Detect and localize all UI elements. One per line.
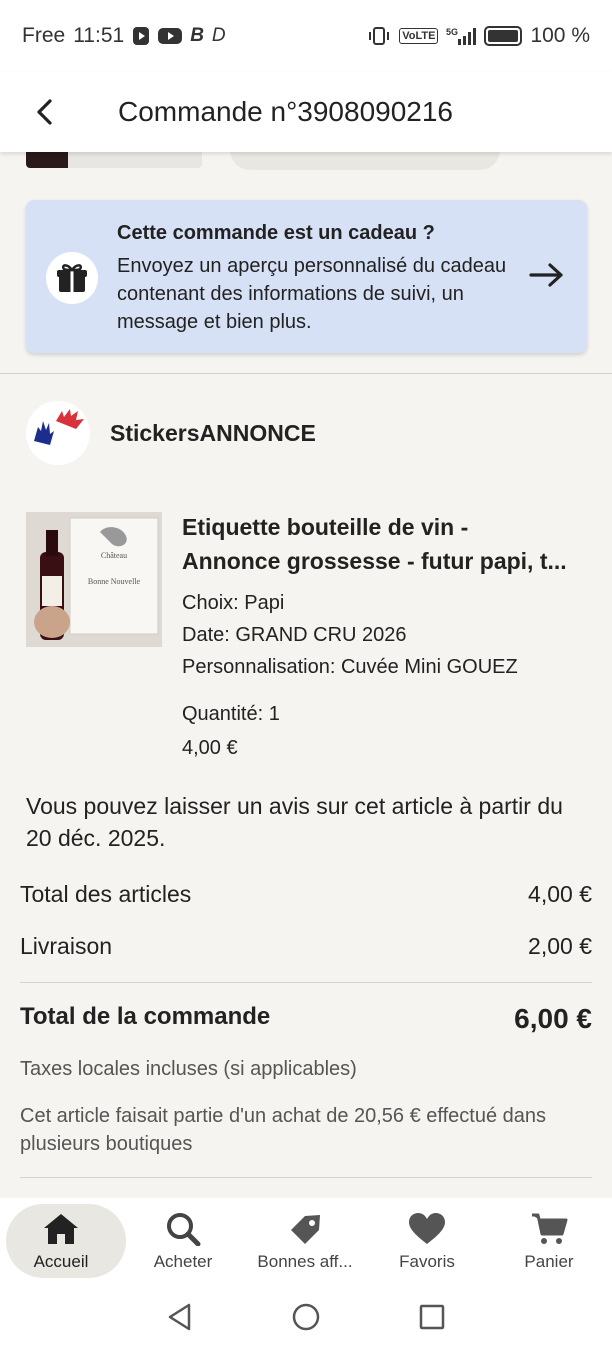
shop-name[interactable]: StickersANNONCE [110,420,316,447]
variation-personalization: Personnalisation: Cuvée Mini GOUEZ [182,656,518,678]
system-nav-bar [0,1284,612,1350]
vibrate-icon [369,27,390,45]
youtube-icon [158,28,183,44]
page-title: Commande n°3908090216 [118,96,454,127]
cart-icon [532,1213,568,1244]
order-total-row: Total de la commande 6,00 € [20,1003,592,1035]
shipping-row: Livraison 2,00 € [20,933,592,960]
wine-bottle-image: Château Bonne Nouvelle [26,512,162,647]
search-icon [167,1213,201,1246]
home-icon [44,1214,78,1244]
remnant-button[interactable] [230,152,500,170]
volte-badge: VoLTE [399,28,439,44]
gift-banner[interactable]: Cette commande est un cadeau ? Envoyez u… [26,200,587,353]
svg-text:5G: 5G [446,27,458,37]
order-total-label: Total de la commande [20,1003,271,1030]
section-divider [0,373,612,374]
multi-shop-note: Cet article faisait partie d'un achat de… [20,1105,547,1155]
carrier-label: Free [22,24,66,47]
shop-logo-image [26,401,90,465]
back-triangle-icon[interactable] [165,1302,195,1332]
arrow-right-icon [529,263,563,287]
taxes-note: Taxes locales incluses (si applicables) [20,1058,357,1080]
recents-square-icon[interactable] [417,1302,447,1332]
gift-icon-badge [46,252,98,304]
product-title-line1: Etiquette bouteille de vin - [182,514,469,540]
scrolled-content-remnant [0,152,612,174]
bottom-divider [20,1177,592,1178]
tag-icon [291,1215,320,1244]
item-quantity: Quantité: 1 [182,703,280,725]
heart-icon [409,1213,445,1244]
battery-icon [484,26,523,46]
home-circle-icon[interactable] [291,1302,321,1332]
product-title[interactable]: Etiquette bouteille de vin - Annonce gro… [182,510,592,578]
product-image[interactable]: Château Bonne Nouvelle [26,512,162,647]
nav-deals[interactable]: Bonnes aff... [244,1198,366,1284]
nav-shop-label: Acheter [153,1252,213,1271]
nav-cart-label: Panier [524,1252,574,1271]
nav-cart[interactable]: Panier [488,1198,610,1284]
shipping-label: Livraison [20,933,113,959]
battery-percent: 100 % [530,24,590,47]
variation-date: Date: GRAND CRU 2026 [182,624,407,646]
gift-icon [57,264,87,292]
bottom-nav: Accueil Acheter Bonnes aff... Favoris Pa… [0,1198,612,1284]
nav-home-label: Accueil [33,1252,89,1271]
remnant-image [26,152,202,168]
status-right: VoLTE 5G 100 % [367,24,590,48]
app-header: Commande n°3908090216 [0,72,612,152]
nav-favorites-label: Favoris [399,1252,455,1271]
nav-deals-label: Bonnes aff... [257,1252,353,1271]
items-total-value: 4,00 € [528,881,592,907]
status-bar: Free 11:51 B D VoLTE 5G 100 % [0,0,612,72]
b-icon: B [190,25,204,46]
signal-icon: 5G [446,27,477,45]
svg-text:Château: Château [101,551,127,560]
play-icon [133,27,150,45]
gift-banner-title: Cette commande est un cadeau ? [117,222,435,244]
svg-text:Bonne Nouvelle: Bonne Nouvelle [88,577,141,586]
clock: 11:51 [73,24,125,47]
back-arrow-icon [37,99,52,125]
shipping-value: 2,00 € [528,933,592,959]
shop-avatar[interactable] [26,401,90,465]
status-left: Free 11:51 B D [22,24,226,48]
nav-shop[interactable]: Acheter [122,1198,244,1284]
nav-home[interactable]: Accueil [0,1198,126,1284]
back-button[interactable] [0,72,90,152]
review-note: Vous pouvez laisser un avis sur cet arti… [26,793,563,851]
items-total-label: Total des articles [20,881,192,907]
gift-banner-description: Envoyez un aperçu personnalisé du cadeau… [117,255,507,333]
order-total-value: 6,00 € [514,1003,592,1034]
product-title-line2: Annonce grossesse - futur papi, t... [182,548,567,574]
variation-choice: Choix: Papi [182,592,285,614]
d-icon: D [211,25,226,46]
summary-divider [20,982,592,983]
item-price: 4,00 € [182,737,238,759]
nav-favorites[interactable]: Favoris [366,1198,488,1284]
items-total-row: Total des articles 4,00 € [20,881,592,908]
gift-banner-arrow[interactable] [528,260,566,295]
